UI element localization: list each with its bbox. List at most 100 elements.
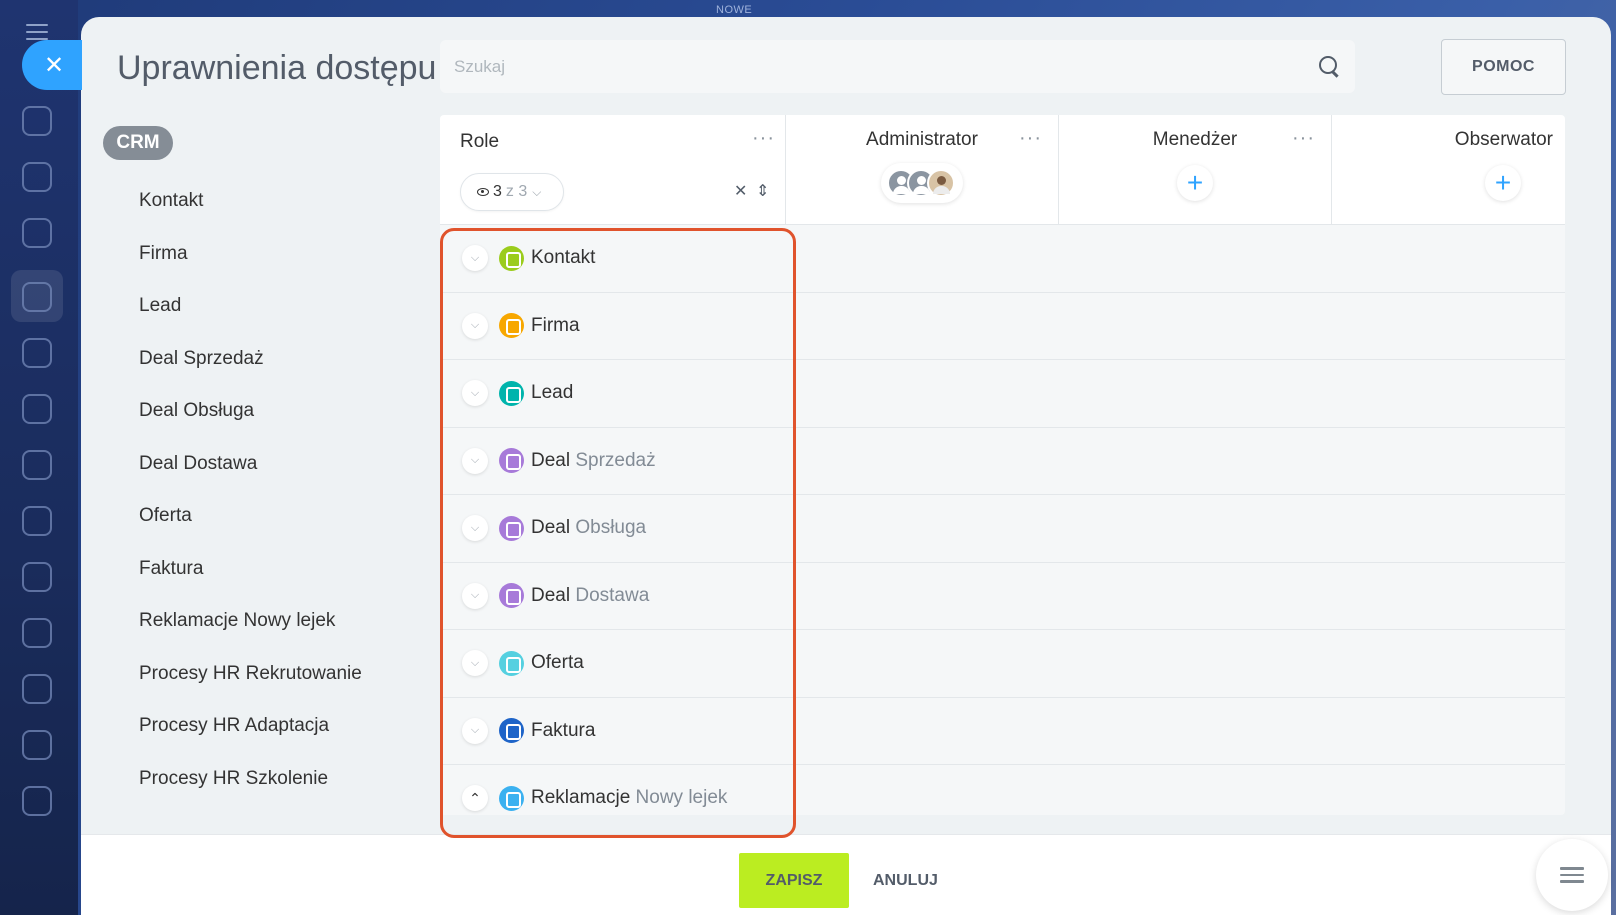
entity-label: Deal Sprzedaż <box>531 450 656 472</box>
chevron-down-icon[interactable]: ⌵ <box>462 650 488 677</box>
table-row: ⌵ Deal Obsługa <box>440 495 1565 563</box>
save-button[interactable]: ZAPISZ <box>739 853 849 908</box>
entity-subname: Sprzedaż <box>575 449 656 471</box>
entity-name: Deal <box>531 584 571 606</box>
footer-bar: ZAPISZ ANULUJ <box>81 835 1611 915</box>
sidebar-item[interactable]: Kontakt <box>139 175 362 228</box>
nav-settings-icon[interactable] <box>22 730 52 760</box>
deal-icon <box>499 515 524 541</box>
chevron-down-icon[interactable]: ⌵ <box>462 245 488 272</box>
entity-name: Reklamacje <box>531 787 631 809</box>
nav-target-icon[interactable] <box>22 218 52 248</box>
chevron-down-icon[interactable]: ⌵ <box>462 515 488 542</box>
nav-cart-icon[interactable] <box>22 450 52 480</box>
visible-roles-selector[interactable]: 3 z 3 ⌵ <box>460 173 564 211</box>
entity-cell: ⌵ Deal Dostawa <box>440 563 786 630</box>
contact-icon <box>499 245 524 271</box>
page-title: Uprawnienia dostępu <box>117 49 437 87</box>
table-row: ⌵ Faktura <box>440 698 1565 765</box>
entity-subname: Nowy lejek <box>635 787 728 809</box>
entity-label: Lead <box>531 382 573 404</box>
help-button[interactable]: POMOC <box>1441 39 1566 95</box>
entity-cell: ⌵ Lead <box>440 360 786 427</box>
role-name: Administrator <box>866 129 978 150</box>
entity-cell: ⌵ Faktura <box>440 698 786 765</box>
cancel-button[interactable]: ANULUJ <box>873 853 938 908</box>
sidebar-item[interactable]: Procesy HR Adaptacja <box>139 700 362 753</box>
sidebar-item[interactable]: Deal Obsługa <box>139 385 362 438</box>
nav-analytics-icon[interactable] <box>22 618 52 648</box>
table-row: ⌵ Firma <box>440 293 1565 360</box>
nav-document-icon[interactable] <box>22 674 52 704</box>
entity-name: Kontakt <box>531 247 596 269</box>
chevron-down-icon[interactable]: ⌵ <box>462 582 488 609</box>
plus-icon: + <box>1186 167 1204 198</box>
nav-edit-icon[interactable] <box>22 394 52 424</box>
role-name: Menedżer <box>1152 129 1238 150</box>
assigned-users-avatars[interactable] <box>881 163 963 203</box>
entity-name: Firma <box>531 314 580 336</box>
nav-contacts-icon[interactable] <box>22 162 52 192</box>
sidebar-item[interactable]: Reklamacje Nowy lejek <box>139 595 362 648</box>
sidebar-item[interactable]: Lead <box>139 280 362 333</box>
sidebar-item[interactable]: Faktura <box>139 543 362 596</box>
nav-robot-icon[interactable] <box>22 338 52 368</box>
table-row: ⌵ Deal Dostawa <box>440 563 1565 630</box>
entity-sidebar: Kontakt Firma Lead Deal Sprzedaż Deal Ob… <box>139 175 362 805</box>
chevron-down-icon[interactable]: ⌵ <box>462 717 488 744</box>
sidebar-item[interactable]: Firma <box>139 228 362 281</box>
search-icon[interactable] <box>1319 55 1341 78</box>
section-crm-pill[interactable]: CRM <box>103 126 173 160</box>
more-options-icon[interactable]: ··· <box>1292 127 1315 150</box>
chevron-down-icon[interactable]: ⌵ <box>462 447 488 474</box>
entity-subname: Obsługa <box>575 517 647 539</box>
close-panel-button[interactable]: ✕ <box>22 40 82 90</box>
visible-count: 3 <box>493 183 502 200</box>
table-header: Role ··· 3 z 3 ⌵ ✕ ⇕ Administrator ··· M… <box>440 115 1565 225</box>
invoice-icon <box>499 718 524 744</box>
sidebar-item[interactable]: Oferta <box>139 490 362 543</box>
sidebar-item[interactable]: Deal Sprzedaż <box>139 333 362 386</box>
nav-crm-icon[interactable] <box>22 106 52 136</box>
search-input[interactable]: Szukaj <box>440 40 1355 93</box>
table-row: ⌃ Reklamacje Nowy lejek <box>440 765 1565 815</box>
add-user-button[interactable]: + <box>1485 165 1521 201</box>
smart-process-icon <box>499 785 524 811</box>
sidebar-item[interactable]: Deal Dostawa <box>139 438 362 491</box>
floating-menu-button[interactable] <box>1536 839 1608 911</box>
company-icon <box>499 313 524 339</box>
entity-name: Oferta <box>531 652 584 674</box>
nav-calendar-icon[interactable] <box>22 562 52 592</box>
chevron-down-icon[interactable]: ⌵ <box>462 312 488 339</box>
total-count: z 3 <box>505 183 528 200</box>
entity-label: Deal Obsługa <box>531 517 646 539</box>
entity-label: Kontakt <box>531 247 595 269</box>
deal-icon <box>499 448 524 474</box>
sidebar-item[interactable]: Procesy HR Szkolenie <box>139 753 362 806</box>
permissions-table: Role ··· 3 z 3 ⌵ ✕ ⇕ Administrator ··· M… <box>440 115 1565 815</box>
search-placeholder: Szukaj <box>454 56 506 76</box>
nav-funnel-icon[interactable] <box>22 282 52 312</box>
role-column-manager: Menedżer ··· + <box>1059 115 1332 225</box>
access-permissions-panel: Uprawnienia dostępu Szukaj POMOC CRM Kon… <box>81 17 1611 915</box>
top-label: NOWE <box>716 4 753 16</box>
collapse-all-icon[interactable]: ✕ <box>734 181 747 201</box>
entity-label: Firma <box>531 315 580 337</box>
chevron-down-icon[interactable]: ⌵ <box>462 380 488 407</box>
more-options-icon[interactable]: ··· <box>1019 127 1042 150</box>
sidebar-item[interactable]: Procesy HR Rekrutowanie <box>139 648 362 701</box>
role-column-observer: Obserwator + <box>1332 115 1565 225</box>
add-user-button[interactable]: + <box>1177 165 1213 201</box>
left-nav-rail <box>0 0 78 915</box>
expand-all-icon[interactable]: ⇕ <box>756 181 769 201</box>
nav-box-icon[interactable] <box>22 786 52 816</box>
nav-store-icon[interactable] <box>22 506 52 536</box>
more-options-icon[interactable]: ··· <box>752 127 775 150</box>
chevron-up-icon[interactable]: ⌃ <box>462 785 488 812</box>
table-row: ⌵ Lead <box>440 360 1565 428</box>
menu-icon[interactable] <box>26 24 48 40</box>
lead-icon <box>499 380 524 406</box>
table-body: ⌵ Kontakt ⌵ Firma ⌵ Lead ⌵ Deal Sprzedaż ⌵ Deal O… <box>440 225 1565 815</box>
entity-cell: ⌵ Firma <box>440 293 786 360</box>
chevron-down-icon: ⌵ <box>532 184 542 199</box>
